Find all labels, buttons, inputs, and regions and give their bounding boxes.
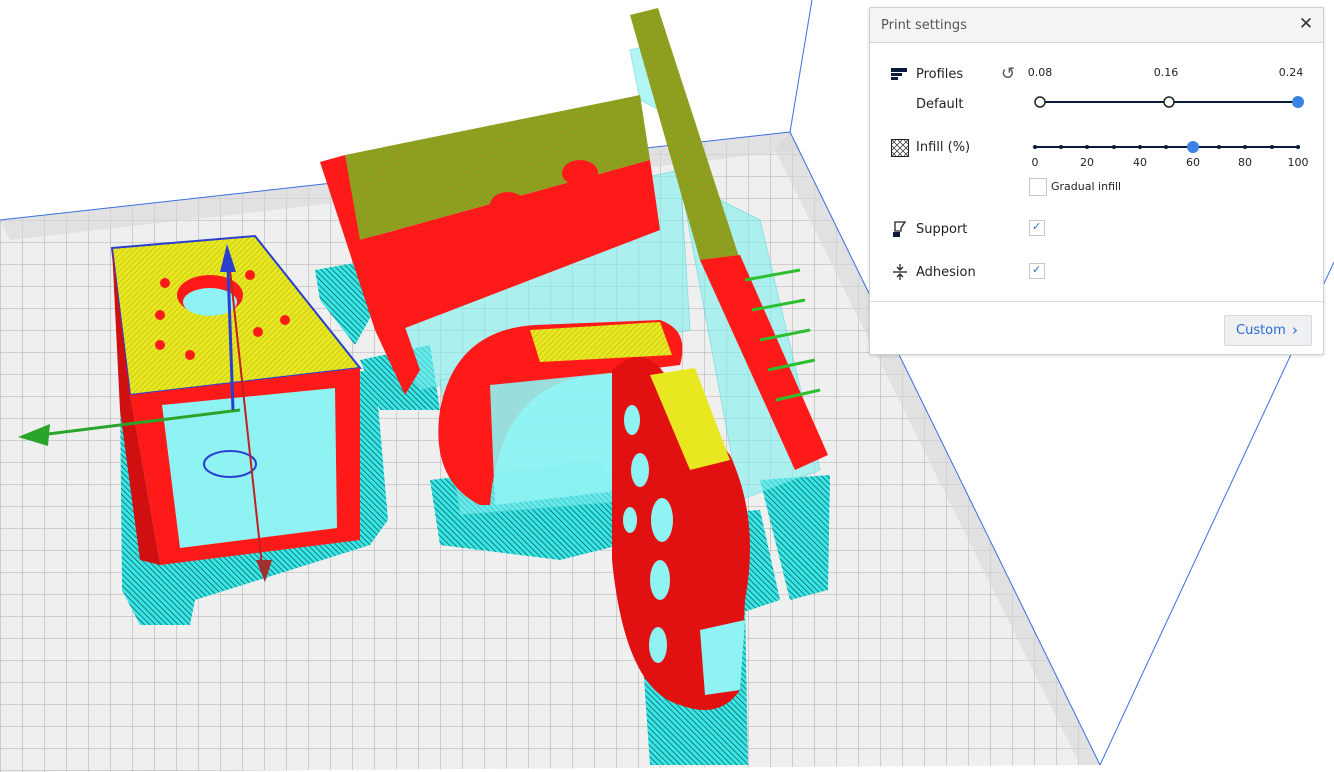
panel-divider [870,301,1323,302]
check-icon: ✓ [1032,220,1042,233]
profiles-label: Profiles [916,67,964,82]
infill-icon [891,139,909,157]
infill-slider[interactable] [1028,138,1308,156]
custom-button-label: Custom [1236,323,1286,338]
profile-tick-2: 0.24 [1278,66,1304,79]
custom-button[interactable]: Custom › [1224,315,1312,346]
profile-option-0.08 [1034,96,1046,108]
gradual-infill-label: Gradual infill [1051,180,1122,193]
support-icon [893,221,907,237]
support-checkbox[interactable]: ✓ [1029,220,1045,236]
gradual-infill-checkbox[interactable] [1029,178,1047,196]
infill-tick-80: 80 [1238,156,1252,169]
adhesion-icon [893,264,907,280]
infill-label: Infill (%) [916,140,971,155]
print-settings-panel: Print settings ✕ Profiles Default ↺ 0.08… [869,7,1324,355]
profile-tick-0: 0.08 [1027,66,1053,79]
adhesion-checkbox[interactable]: ✓ [1029,263,1045,279]
infill-tick-0: 0 [1031,156,1039,169]
adhesion-label: Adhesion [916,265,976,280]
profile-tick-1: 0.16 [1153,66,1179,79]
check-icon: ✓ [1032,263,1042,276]
chevron-right-icon: › [1292,321,1298,339]
infill-tick-100: 100 [1287,156,1309,169]
profile-slider[interactable] [1030,93,1310,111]
reset-icon[interactable]: ↺ [1001,64,1015,84]
panel-title: Print settings [881,18,967,33]
profile-option-0.24 [1292,96,1304,108]
profiles-value: Default [916,97,964,112]
panel-header: Print settings ✕ [870,8,1323,43]
support-label: Support [916,222,968,237]
profile-option-0.16 [1163,96,1175,108]
infill-tick-20: 20 [1080,156,1094,169]
profiles-icon [891,68,907,80]
infill-tick-60: 60 [1186,156,1200,169]
close-icon[interactable]: ✕ [1297,15,1315,33]
infill-tick-40: 40 [1133,156,1147,169]
infill-slider-handle [1187,141,1199,153]
